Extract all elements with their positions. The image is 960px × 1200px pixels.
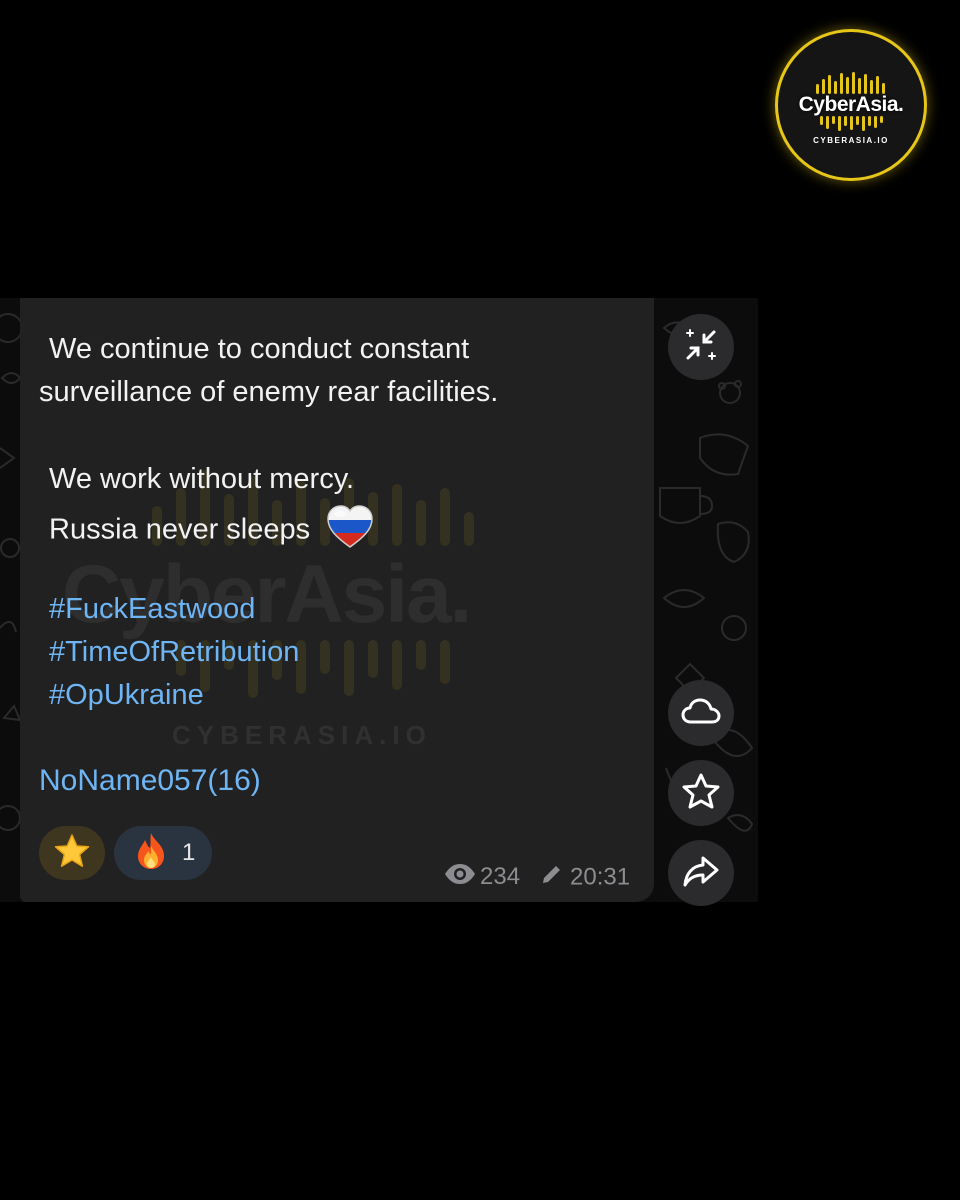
message-line: We continue to conduct constant [49,333,470,365]
star-icon [682,773,720,814]
time-text: 20:31 [570,863,631,891]
reaction-star-button[interactable] [39,826,105,880]
eye-icon [444,863,476,893]
message-line-with-emoji: Russia never sleeps [49,505,374,557]
fire-emoji-icon [134,832,168,875]
message-time: 20:31 [540,862,630,894]
star-emoji-icon [54,833,90,873]
save-to-cloud-button[interactable] [668,680,734,746]
reaction-fire-button[interactable]: 1 [114,826,212,880]
cyberasia-logo: CyberAsia. CYBERASIA.IO [778,32,924,178]
views-count: 234 [444,862,520,893]
collapse-button[interactable] [668,314,734,380]
watermark-subtitle: CYBERASIA.IO [172,720,432,750]
hashtag-link[interactable]: #TimeOfRetribution [49,635,299,669]
hashtag-link[interactable]: #OpUkraine [49,678,204,712]
favorite-button[interactable] [668,760,734,826]
hashtag-link[interactable]: #FuckEastwood [49,592,255,626]
russian-flag-heart-icon [326,505,374,557]
pencil-icon [540,862,564,894]
share-icon [683,855,719,892]
share-button[interactable] [668,840,734,906]
reaction-count: 1 [182,839,196,866]
message-line: We work without mercy. [49,463,355,495]
logo-title: CyberAsia. [798,93,904,116]
message-line-text: Russia never sleeps [49,513,311,546]
logo-subtitle: CYBERASIA.IO [813,136,889,145]
cloud-icon [681,697,721,730]
views-number: 234 [480,863,521,890]
collapse-icon [682,326,720,369]
signature-link[interactable]: NoName057(16) [39,764,261,798]
message-line: surveillance of enemy rear facilities. [39,376,499,408]
